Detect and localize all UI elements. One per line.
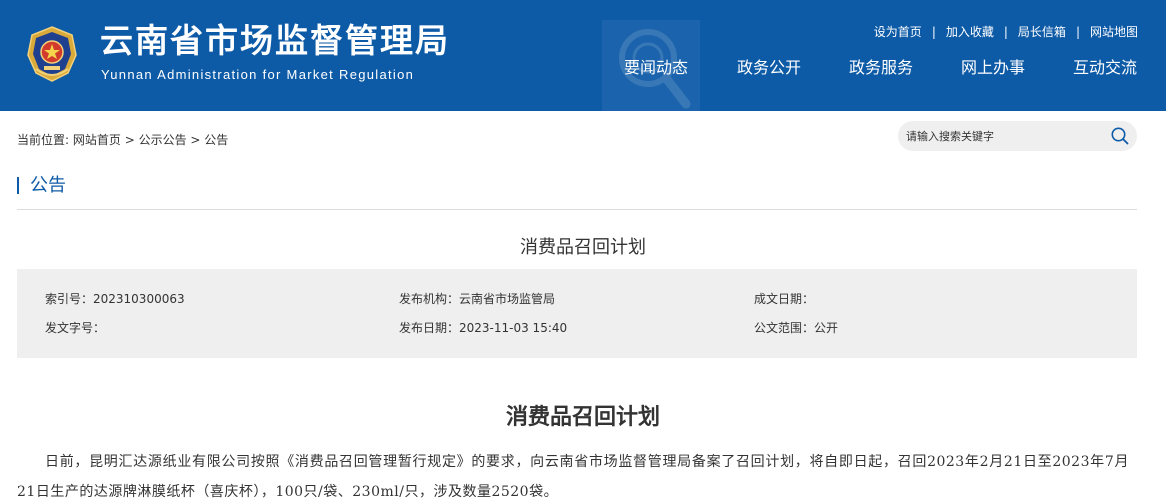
- article-title: 消费品召回计划: [505, 404, 660, 430]
- search-input[interactable]: [906, 127, 1106, 145]
- site-title: 云南省市场监督管理局: [100, 21, 450, 60]
- breadcrumb-notice[interactable]: 公告: [204, 133, 228, 147]
- nav-item-interaction[interactable]: 互动交流: [1073, 58, 1137, 78]
- section-accent-bar: [17, 177, 19, 194]
- article-body: 日前，昆明汇达源纸业有限公司按照《消费品召回管理暂行规定》的要求，向云南省市场监…: [17, 454, 1129, 499]
- document-title: 消费品召回计划: [520, 237, 646, 258]
- meta-doc-no: 发文字号：: [45, 321, 106, 335]
- top-link-separator: |: [1075, 25, 1080, 39]
- set-homepage-link[interactable]: 设为首页: [874, 24, 922, 40]
- top-link-separator: |: [931, 25, 936, 39]
- nav-item-news[interactable]: 要闻动态: [624, 58, 688, 78]
- add-favorite-link[interactable]: 加入收藏: [946, 24, 994, 40]
- top-links: 设为首页 | 加入收藏 | 局长信箱 | 网站地图: [874, 24, 1138, 40]
- breadcrumb-announcements[interactable]: 公示公告: [139, 133, 187, 147]
- main-nav: 要闻动态 政务公开 政务服务 网上办事 互动交流: [0, 58, 1166, 78]
- meta-publisher: 发布机构：云南省市场监管局: [399, 292, 556, 306]
- nav-item-online-services[interactable]: 网上办事: [961, 58, 1025, 78]
- search-icon: [1111, 127, 1129, 145]
- top-link-separator: |: [1003, 25, 1008, 39]
- document-meta-panel: 索引号：202310300063 发布机构：云南省市场监管局 成文日期： 发文字…: [17, 269, 1137, 358]
- nav-item-government-affairs[interactable]: 政务公开: [737, 58, 801, 78]
- meta-publish-date: 发布日期：2023-11-03 15:40: [399, 321, 568, 335]
- search-box: [898, 121, 1137, 151]
- site-map-link[interactable]: 网站地图: [1090, 24, 1138, 40]
- nav-item-government-services[interactable]: 政务服务: [849, 58, 913, 78]
- section-title: 公告: [30, 175, 66, 196]
- meta-index-no: 索引号：202310300063: [45, 292, 185, 306]
- director-mailbox-link[interactable]: 局长信箱: [1018, 24, 1066, 40]
- search-button[interactable]: [1110, 126, 1130, 146]
- breadcrumb-prefix: 当前位置:: [17, 133, 70, 147]
- meta-scope: 公文范围：公开: [754, 321, 839, 335]
- meta-established-date: 成文日期：: [754, 292, 815, 306]
- section-divider: [17, 209, 1137, 210]
- breadcrumb-separator: >: [120, 133, 139, 147]
- site-header: 云南省市场监督管理局 Yunnan Administration for Mar…: [0, 0, 1166, 111]
- breadcrumb-home[interactable]: 网站首页: [73, 133, 121, 147]
- breadcrumb: 当前位置: 网站首页 > 公示公告 > 公告: [17, 132, 228, 148]
- breadcrumb-separator: >: [186, 133, 205, 147]
